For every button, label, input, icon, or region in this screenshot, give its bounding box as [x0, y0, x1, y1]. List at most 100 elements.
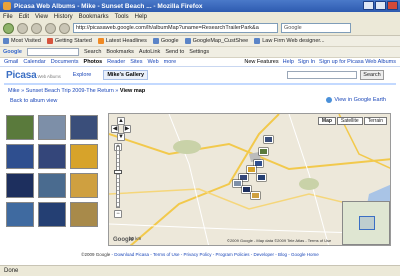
- bookmark-googlemap[interactable]: GoogleMap_CustShee: [184, 38, 248, 44]
- photo-marker[interactable]: [233, 180, 242, 187]
- zoom-slider[interactable]: [116, 146, 120, 208]
- photo-thumbnail[interactable]: [6, 144, 34, 169]
- pan-up-button[interactable]: ▲: [117, 117, 125, 125]
- breadcrumb-path[interactable]: Mike » Sunset Beach Trip 2009-The Return…: [8, 88, 118, 94]
- sign-up-link[interactable]: Sign up for Picasa Web Albums: [319, 59, 396, 65]
- footer-developer[interactable]: Developer: [254, 252, 275, 257]
- photo-thumbnail[interactable]: [38, 202, 66, 227]
- status-text: Done: [4, 268, 19, 274]
- tab-mikes-gallery[interactable]: Mike's Gallery: [103, 70, 149, 80]
- photo-thumbnail[interactable]: [38, 115, 66, 140]
- stop-button[interactable]: [45, 22, 56, 34]
- breadcrumb-current: View map: [119, 88, 146, 94]
- bookmark-most-visited[interactable]: Most Visited: [3, 38, 41, 44]
- forward-button[interactable]: [17, 22, 28, 34]
- album-map[interactable]: ▲ ◀ ▶ ▼ + − Map Satellite Terrain Google…: [108, 113, 391, 246]
- picasa-search-input[interactable]: [287, 71, 357, 79]
- gbar-gmail[interactable]: Gmail: [4, 59, 18, 65]
- menu-view[interactable]: View: [35, 14, 48, 20]
- footer-google-home[interactable]: Google Home: [291, 252, 319, 257]
- photo-thumbnail[interactable]: [70, 144, 98, 169]
- photo-thumbnail[interactable]: [70, 173, 98, 198]
- gbar-more[interactable]: more: [164, 59, 177, 65]
- map-type-satellite-button[interactable]: Satellite: [336, 117, 363, 125]
- minimize-button[interactable]: [363, 1, 374, 10]
- toolbar-bookmarks-button[interactable]: Bookmarks: [106, 49, 134, 55]
- bookmark-latest-headlines[interactable]: Latest Headlines: [97, 38, 147, 44]
- new-features-link[interactable]: New Features: [244, 59, 278, 65]
- footer-download-picasa[interactable]: Download Picasa: [114, 252, 149, 257]
- picasa-header: PicasaWeb Albums Explore Mike's Gallery …: [0, 68, 400, 82]
- tab-explore[interactable]: Explore: [69, 70, 96, 80]
- rss-icon: [97, 38, 104, 44]
- photo-thumbnail[interactable]: [70, 202, 98, 227]
- map-type-map-button[interactable]: Map: [317, 117, 336, 125]
- pan-right-button[interactable]: ▶: [123, 125, 131, 133]
- map-overview-inset[interactable]: [342, 201, 390, 245]
- google-services-bar: Gmail Calendar Documents Photos Reader S…: [0, 58, 400, 67]
- overview-viewport-box[interactable]: [359, 216, 375, 230]
- header-divider: [4, 83, 396, 85]
- footer-program-policies[interactable]: Program Policies: [216, 252, 250, 257]
- gbar-sites[interactable]: Sites: [130, 59, 142, 65]
- menu-bookmarks[interactable]: Bookmarks: [79, 14, 109, 20]
- zoom-out-button[interactable]: −: [114, 210, 122, 218]
- bookmark-google[interactable]: Google: [152, 38, 179, 44]
- home-button[interactable]: [59, 22, 70, 34]
- google-toolbar-logo: Google: [3, 49, 22, 55]
- breadcrumb: Mike » Sunset Beach Trip 2009-The Return…: [8, 88, 145, 94]
- page-footer: ©2009 Google - Download Picasa - Terms o…: [81, 252, 319, 257]
- back-button[interactable]: [3, 22, 14, 34]
- photo-marker[interactable]: [257, 174, 266, 181]
- browser-search-input[interactable]: Google: [281, 23, 351, 33]
- gbar-calendar[interactable]: Calendar: [23, 59, 45, 65]
- footer-blog[interactable]: Blog: [278, 252, 287, 257]
- photo-thumbnail[interactable]: [70, 115, 98, 140]
- photo-thumbnail[interactable]: [6, 173, 34, 198]
- menu-history[interactable]: History: [54, 14, 73, 20]
- maximize-button[interactable]: [375, 1, 386, 10]
- photo-marker[interactable]: [247, 166, 256, 173]
- bookmark-icon: [3, 38, 9, 44]
- picasa-search-button[interactable]: Search: [360, 70, 384, 80]
- map-type-terrain-button[interactable]: Terrain: [363, 117, 387, 125]
- footer-terms[interactable]: Terms of Use: [153, 252, 180, 257]
- photo-marker[interactable]: [251, 192, 260, 199]
- gbar-photos[interactable]: Photos: [84, 59, 103, 65]
- photo-thumbnail[interactable]: [38, 144, 66, 169]
- address-bar[interactable]: http://picasaweb.google.com/lh/albumMap?…: [73, 23, 278, 33]
- google-toolbar-search-input[interactable]: [26, 48, 79, 56]
- back-to-album-link[interactable]: Back to album view: [10, 98, 57, 104]
- bookmark-getting-started[interactable]: Getting Started: [46, 38, 92, 44]
- toolbar-autolink-button[interactable]: AutoLink: [139, 49, 160, 55]
- photo-marker[interactable]: [264, 136, 273, 143]
- toolbar-sendto-button[interactable]: Send to: [165, 49, 184, 55]
- menu-file[interactable]: File: [3, 14, 13, 20]
- photo-thumbnail[interactable]: [38, 173, 66, 198]
- pan-left-button[interactable]: ◀: [111, 125, 119, 133]
- zoom-slider-handle[interactable]: [114, 170, 122, 174]
- picasa-logo[interactable]: PicasaWeb Albums: [6, 70, 61, 81]
- close-button[interactable]: [387, 1, 398, 10]
- menu-edit[interactable]: Edit: [19, 14, 29, 20]
- gbar-web[interactable]: Web: [147, 59, 158, 65]
- help-link[interactable]: Help: [283, 59, 294, 65]
- reload-button[interactable]: [31, 22, 42, 34]
- photo-thumbnail[interactable]: [6, 202, 34, 227]
- map-copyright: ©2009 Google - Map data ©2009 Tele Atlas…: [227, 238, 332, 243]
- window-title-bar: Picasa Web Albums - Mike - Sunset Beach …: [0, 0, 400, 12]
- photo-marker[interactable]: [242, 186, 251, 193]
- pan-down-button[interactable]: ▼: [117, 133, 125, 141]
- menu-tools[interactable]: Tools: [115, 14, 129, 20]
- gbar-reader[interactable]: Reader: [107, 59, 125, 65]
- footer-privacy[interactable]: Privacy Policy: [183, 252, 211, 257]
- photo-marker[interactable]: [259, 148, 268, 155]
- sign-in-link[interactable]: Sign In: [298, 59, 315, 65]
- photo-thumbnail[interactable]: [6, 115, 34, 140]
- menu-help[interactable]: Help: [135, 14, 147, 20]
- toolbar-search-button[interactable]: Search: [84, 49, 101, 55]
- gbar-documents[interactable]: Documents: [51, 59, 79, 65]
- view-in-google-earth-link[interactable]: View in Google Earth: [326, 97, 386, 103]
- toolbar-settings-button[interactable]: Settings: [189, 49, 209, 55]
- bookmark-law-firm[interactable]: Law Firm Web designer...: [254, 38, 325, 44]
